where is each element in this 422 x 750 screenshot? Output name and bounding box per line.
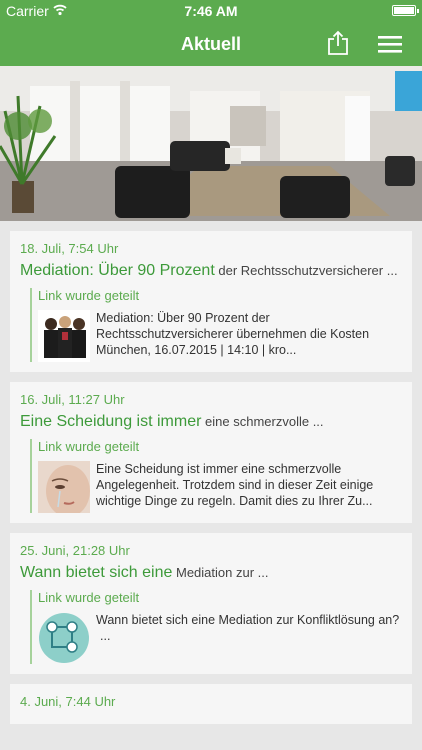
link-excerpt: Wann bietet sich eine Mediation zur Konf… [96,612,399,644]
post-date: 4. Juni, 7:44 Uhr [20,694,116,709]
link-preview[interactable]: Wann bietet sich eine Mediation zur Konf… [38,612,402,664]
link-thumbnail [38,612,90,664]
link-thumbnail [38,310,90,362]
post-headline: Wann bietet sich eine Mediation zur ... [20,563,402,582]
shared-link-label: Link wurde geteilt [38,590,140,605]
list-item[interactable]: 18. Juli, 7:54 Uhr Mediation: Über 90 Pr… [10,231,412,372]
post-date: 18. Juli, 7:54 Uhr [20,241,119,256]
shared-link-block[interactable]: Link wurde geteilt Wann bietet sich eine… [30,590,402,664]
battery-icon [392,5,419,16]
link-preview[interactable]: Eine Scheidung ist immer eine schmerzvol… [38,461,402,513]
post-date: 25. Juni, 21:28 Uhr [20,543,130,558]
post-title-link[interactable]: Eine Scheidung ist immer [20,413,201,430]
link-excerpt: Eine Scheidung ist immer eine schmerzvol… [96,462,374,508]
list-item[interactable]: 4. Juni, 7:44 Uhr [10,684,412,724]
link-excerpt: Mediation: Über 90 Prozent der Rechtssch… [96,311,370,357]
post-title-rest: Mediation zur ... [172,565,269,580]
hamburger-menu-icon[interactable] [377,34,403,54]
link-excerpt-more: ... [100,629,111,643]
shared-link-block[interactable]: Link wurde geteilt Mediation: Über 90 Pr… [30,288,402,362]
shared-link-block[interactable]: Link wurde geteilt Eine Scheidung ist im… [30,439,402,513]
post-title-link[interactable]: Wann bietet sich eine [20,564,172,581]
share-icon[interactable] [326,30,350,56]
shared-link-label: Link wurde geteilt [38,439,140,454]
post-headline: Eine Scheidung ist immer eine schmerzvol… [20,412,402,431]
header-image [0,66,422,221]
post-title-rest: eine schmerzvolle ... [201,414,324,429]
post-title-link[interactable]: Mediation: Über 90 Prozent [20,262,215,279]
link-thumbnail [38,461,90,513]
list-item[interactable]: 16. Juli, 11:27 Uhr Eine Scheidung ist i… [10,382,412,523]
navigation-bar: Aktuell [0,22,422,66]
clock: 7:46 AM [184,3,238,19]
post-date: 16. Juli, 11:27 Uhr [20,392,125,407]
page-title: Aktuell [180,34,241,54]
link-excerpt-text: Wann bietet sich eine Mediation zur Konf… [96,613,400,627]
news-feed: 18. Juli, 7:54 Uhr Mediation: Über 90 Pr… [10,231,412,734]
link-preview[interactable]: Mediation: Über 90 Prozent der Rechtssch… [38,310,402,362]
post-title-rest: der Rechtsschutzversicherer ... [214,263,398,278]
status-bar: Carrier 7:46 AM [0,0,422,22]
shared-link-label: Link wurde geteilt [38,288,140,303]
list-item[interactable]: 25. Juni, 21:28 Uhr Wann bietet sich ein… [10,533,412,674]
post-headline: Mediation: Über 90 Prozent der Rechtssch… [20,261,402,280]
